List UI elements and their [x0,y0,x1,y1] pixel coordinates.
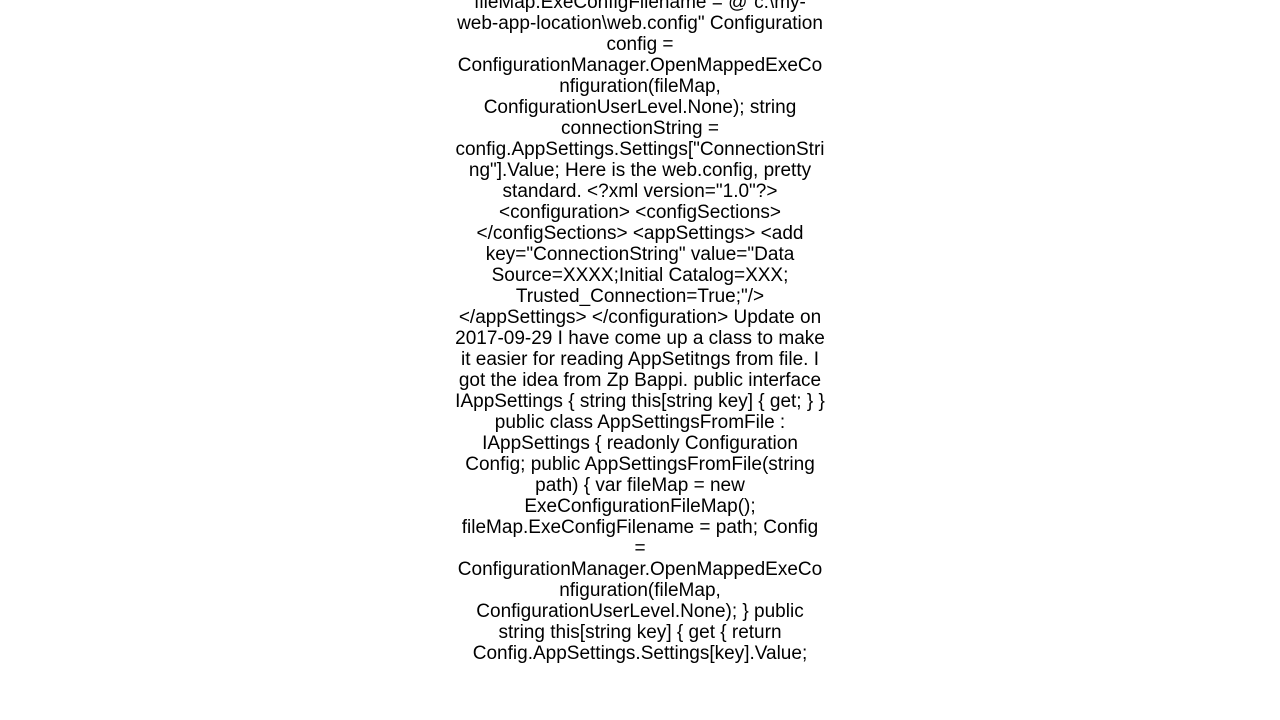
document-container: fileMap.ExeConfigFilename = @"c:\my-web-… [0,0,1280,720]
document-text: fileMap.ExeConfigFilename = @"c:\my-web-… [455,0,825,664]
